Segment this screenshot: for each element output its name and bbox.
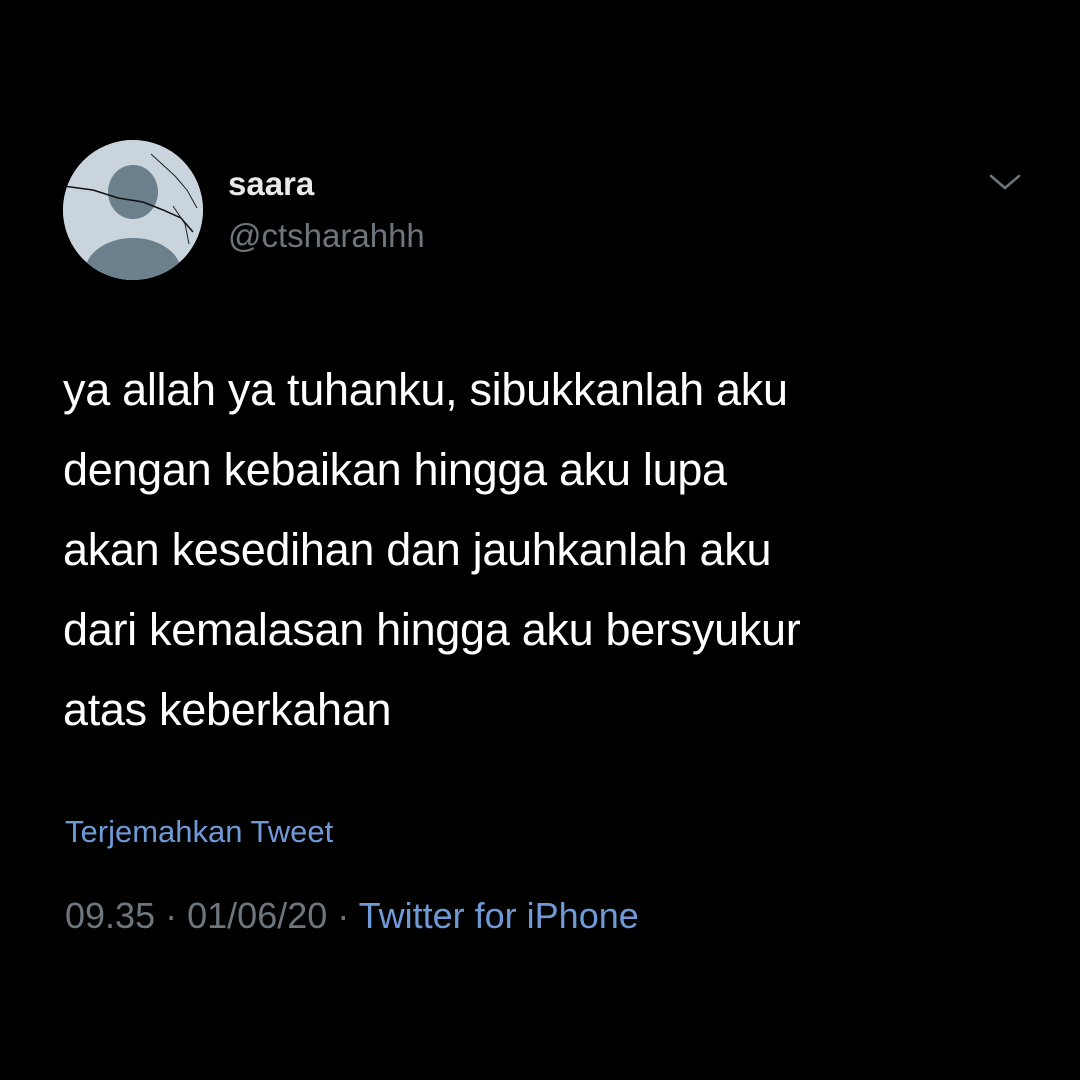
- tweet-text-line: atas keberkahan: [63, 684, 392, 735]
- tweet-text-line: akan kesedihan dan jauhkanlah aku: [63, 524, 772, 575]
- chevron-down-icon[interactable]: [985, 168, 1025, 196]
- tweet-text-line: dengan kebaikan hingga aku lupa: [63, 444, 727, 495]
- tweet-text-line: ya allah ya tuhanku, sibukkanlah aku: [63, 364, 788, 415]
- default-profile-icon: [63, 140, 203, 280]
- tweet-screen: saara @ctsharahhh ya allah ya tuhanku, s…: [0, 0, 1080, 1080]
- tweet-date: 01/06/20: [187, 895, 328, 936]
- tweet-meta: 09.35 · 01/06/20 · Twitter for iPhone: [65, 892, 639, 940]
- tweet-text-line: dari kemalasan hingga aku bersyukur: [63, 604, 801, 655]
- tweet-text: ya allah ya tuhanku, sibukkanlah aku den…: [63, 350, 1023, 750]
- avatar[interactable]: [63, 140, 203, 280]
- meta-separator: ·: [165, 895, 178, 936]
- tweet-time: 09.35: [65, 895, 156, 936]
- tweet-source-link[interactable]: Twitter for iPhone: [359, 895, 639, 936]
- author-handle[interactable]: @ctsharahhh: [228, 216, 425, 256]
- author-display-name[interactable]: saara: [228, 164, 314, 204]
- translate-tweet-link[interactable]: Terjemahkan Tweet: [65, 812, 333, 852]
- meta-separator: ·: [337, 895, 350, 936]
